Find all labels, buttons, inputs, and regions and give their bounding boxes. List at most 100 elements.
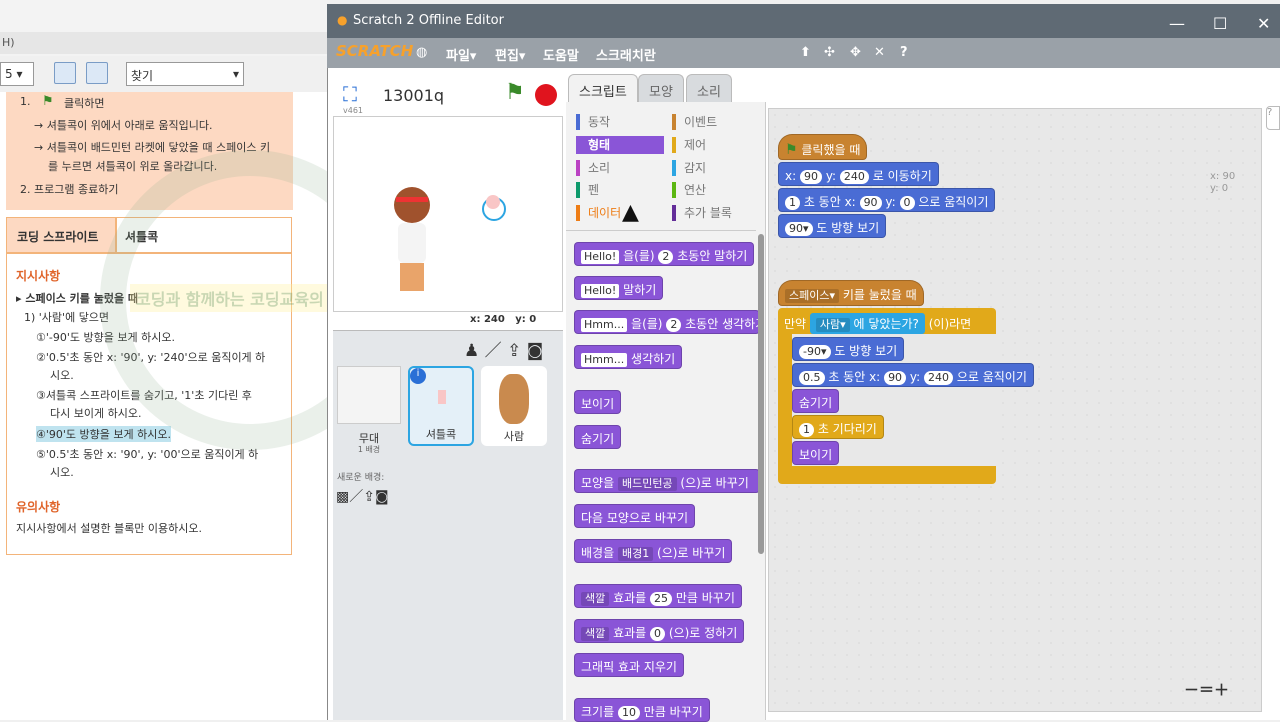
fullscreen-icon[interactable]: ⛶ — [343, 82, 357, 106]
document-title: H) — [0, 32, 330, 54]
cut-icon[interactable]: ✣ — [824, 45, 835, 60]
scratch-app-icon: ● — [337, 13, 348, 27]
category-looks[interactable]: 형태 — [576, 136, 664, 154]
scratch-logo: SCRATCH — [336, 42, 414, 60]
block-show[interactable]: 보이기 — [574, 390, 622, 414]
block-point-direction[interactable]: -90▾ 도 방향 보기 — [792, 337, 905, 361]
upload-sprite-icon[interactable]: ⇪ — [507, 341, 521, 361]
hat-when-flag-clicked[interactable]: ⚑ 클릭했을 때 — [778, 134, 868, 160]
scratch-titlebar: ● Scratch 2 Offline Editor — ☐ ✕ — [327, 4, 1280, 38]
stage-thumbnail[interactable] — [337, 366, 401, 424]
block-think-for-secs[interactable]: Hmm... 을(를) 2 초동안 생각하기 — [574, 310, 760, 334]
stop-icon[interactable] — [535, 84, 557, 106]
close-icon[interactable]: ✕ — [1257, 14, 1270, 33]
minimize-icon[interactable]: — — [1169, 14, 1185, 33]
category-more-blocks[interactable]: 추가 블록 — [672, 204, 760, 222]
zoom-reset-icon[interactable]: ＝ — [1199, 681, 1214, 699]
block-wait[interactable]: 1 초 기다리기 — [792, 415, 884, 439]
block-change-size[interactable]: 크기를 10 만큼 바꾸기 — [574, 698, 710, 722]
block-glide[interactable]: 1 초 동안 x: 90 y: 0 으로 움직이기 — [778, 188, 996, 212]
block-hide[interactable]: 숨기기 — [792, 389, 840, 413]
fit-page-icon[interactable] — [86, 62, 108, 84]
person-sprite[interactable] — [392, 183, 432, 293]
camera-icon[interactable]: ◙ — [527, 341, 544, 361]
palette-scrollbar[interactable] — [758, 234, 764, 554]
sprite-card-shuttlecock[interactable]: i 셔틀콕 — [408, 366, 474, 446]
block-hide[interactable]: 숨기기 — [574, 425, 622, 449]
version-label: v461 — [343, 106, 364, 115]
project-name[interactable]: 13001q — [383, 86, 444, 105]
menu-about[interactable]: 스크래치란 — [596, 45, 656, 64]
category-motion[interactable]: 동작 — [576, 113, 664, 131]
instr-i3b: 다시 보이게 하시오. — [50, 407, 142, 420]
step1-number: 1. — [20, 95, 31, 108]
category-events[interactable]: 이벤트 — [672, 113, 760, 131]
category-sensing[interactable]: 감지 — [672, 159, 760, 177]
block-change-effect[interactable]: 색깔 효과를 25 만큼 바꾸기 — [574, 584, 742, 608]
sprite-tools: ♟ ／ ⇪ ◙ — [464, 336, 543, 361]
category-data[interactable]: 데이터 — [576, 204, 664, 222]
green-flag-icon: ⚑ — [42, 94, 54, 109]
block-glide[interactable]: 0.5 초 동안 x: 90 y: 240 으로 움직이기 — [792, 363, 1034, 387]
shuttlecock-sprite[interactable] — [486, 195, 500, 209]
sprite2-label: 사람 — [503, 430, 525, 443]
block-switch-costume[interactable]: 모양을 배드민턴공 (으)로 바꾸기 — [574, 469, 760, 493]
instr-1: ▸ 스페이스 키를 눌렀을 때 — [16, 292, 139, 305]
upload-icon[interactable]: ⇪ — [363, 489, 375, 505]
tab-sounds[interactable]: 소리 — [686, 74, 732, 102]
note-title: 유의사항 — [16, 500, 61, 514]
stage-sub: 1 배경 — [357, 445, 381, 454]
image-icon[interactable]: ▩ — [336, 489, 349, 505]
help-icon[interactable]: ? — [900, 45, 908, 60]
shrink-icon[interactable]: ✕ — [874, 45, 885, 60]
note-text: 지시사항에서 설명한 블록만 이용하시오. — [16, 522, 203, 535]
category-operators[interactable]: 연산 — [672, 181, 760, 199]
stamp-icon[interactable]: ⬆ — [800, 45, 811, 60]
block-think[interactable]: Hmm... 생각하기 — [574, 345, 683, 369]
info-icon[interactable]: i — [410, 368, 426, 384]
hat-when-key-pressed[interactable]: 스페이스▾ 키를 눌렀을 때 — [778, 280, 924, 306]
category-pen[interactable]: 펜 — [576, 181, 664, 199]
zoom-in-icon[interactable]: ＋ — [1214, 681, 1229, 699]
category-sound[interactable]: 소리 — [576, 159, 664, 177]
block-next-costume[interactable]: 다음 모양으로 바꾸기 — [574, 504, 695, 528]
stage[interactable] — [333, 116, 563, 312]
help-side-icon[interactable]: ? — [1266, 106, 1280, 130]
globe-icon[interactable]: ◍ — [416, 45, 427, 60]
block-set-effect[interactable]: 색깔 효과를 0 (으)로 정하기 — [574, 619, 745, 643]
backdrop-tools: ▩／⇪◙ — [336, 486, 389, 506]
block-point-direction[interactable]: 90▾ 도 방향 보기 — [778, 214, 887, 238]
menu-edit[interactable]: 편집▾ — [495, 45, 525, 64]
sprite-card-person[interactable]: 사람 — [481, 366, 547, 446]
menu-help[interactable]: 도움말 — [543, 45, 579, 64]
find-box[interactable]: 찾기 ▾ — [126, 62, 244, 86]
save-icon[interactable] — [54, 62, 76, 84]
block-clear-effects[interactable]: 그래픽 효과 지우기 — [574, 653, 684, 677]
step1c: 를 누르면 셔틀콕이 위로 올라갑니다. — [48, 160, 218, 173]
tab-costumes[interactable]: 모양 — [638, 74, 684, 102]
tab-scripts[interactable]: 스크립트 — [568, 74, 638, 102]
block-show[interactable]: 보이기 — [792, 441, 840, 465]
choose-sprite-icon[interactable]: ♟ — [464, 341, 479, 361]
block-switch-backdrop[interactable]: 배경을 배경1 (으)로 바꾸기 — [574, 539, 733, 563]
sprite-coords: x: 90 y: 0 — [1210, 171, 1236, 194]
block-say-for-secs[interactable]: Hello! 을(를) 2 초동안 말하기 — [574, 242, 755, 266]
mouse-cursor-icon: ▲ — [622, 200, 639, 225]
maximize-icon[interactable]: ☐ — [1213, 14, 1227, 33]
person-thumb — [499, 374, 529, 424]
zoom-out-icon[interactable]: － — [1184, 681, 1199, 699]
grow-icon[interactable]: ✥ — [850, 45, 861, 60]
menu-file[interactable]: 파일▾ — [446, 45, 476, 64]
if-header: 만약 사람▾ 에 닿았는가? (이)라면 — [784, 313, 971, 334]
new-backdrop-label: 새로운 배경: — [337, 473, 385, 483]
paint-sprite-icon[interactable]: ／ — [485, 341, 502, 361]
category-control[interactable]: 제어 — [672, 136, 760, 154]
block-go-to-xy[interactable]: x: 90 y: 240 로 이동하기 — [778, 162, 939, 186]
green-flag-icon[interactable]: ⚑ — [505, 80, 525, 105]
camera-icon[interactable]: ◙ — [375, 489, 389, 505]
page-select[interactable]: 5 ▾ — [0, 62, 34, 86]
block-say[interactable]: Hello! 말하기 — [574, 276, 664, 300]
sprite1-label: 셔틀콕 — [425, 428, 457, 441]
step2: 2. 프로그램 종료하기 — [20, 183, 119, 196]
paint-icon[interactable]: ／ — [349, 489, 363, 505]
